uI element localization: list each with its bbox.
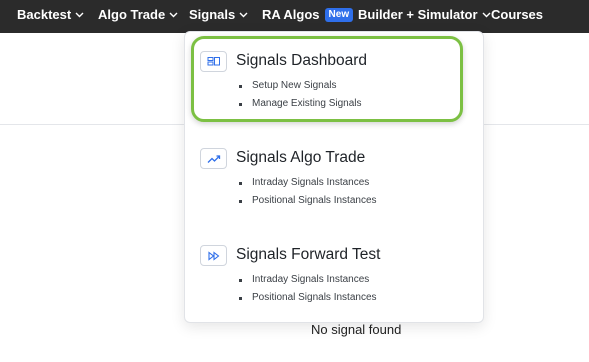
nav-algo-trade[interactable]: Algo Trade xyxy=(98,0,178,29)
chevron-down-icon xyxy=(75,12,84,18)
nav-courses[interactable]: Courses xyxy=(491,0,543,29)
empty-state-message: No signal found xyxy=(311,322,402,337)
top-nav: Backtest Algo Trade Signals RA Algos New … xyxy=(0,0,589,33)
fast-forward-icon xyxy=(200,245,227,266)
nav-signals-label: Signals xyxy=(189,7,236,22)
trending-up-icon xyxy=(200,148,227,169)
dashboard-icon xyxy=(200,51,227,72)
menu-title-signals-dashboard[interactable]: Signals Dashboard xyxy=(236,52,367,70)
menu-title-signals-forward-test[interactable]: Signals Forward Test xyxy=(236,246,380,264)
new-badge: New xyxy=(324,7,354,22)
nav-ra-algos-label: RA Algos xyxy=(262,7,320,22)
menu-link-setup-new-signals[interactable]: Setup New Signals xyxy=(236,77,362,95)
menu-link-positional-signals-instances[interactable]: Positional Signals Instances xyxy=(236,289,377,307)
menu-links-signals-dashboard: Setup New Signals Manage Existing Signal… xyxy=(236,77,362,113)
menu-link-intraday-signals-instances[interactable]: Intraday Signals Instances xyxy=(236,271,377,289)
menu-link-manage-existing-signals[interactable]: Manage Existing Signals xyxy=(236,95,362,113)
nav-backtest[interactable]: Backtest xyxy=(17,0,84,29)
signals-dropdown-menu: Signals Dashboard Setup New Signals Mana… xyxy=(184,31,484,323)
chevron-down-icon xyxy=(239,12,248,18)
nav-ra-algos[interactable]: RA Algos New xyxy=(262,0,354,29)
chevron-down-icon xyxy=(482,12,491,18)
menu-title-signals-algo-trade[interactable]: Signals Algo Trade xyxy=(236,149,365,167)
nav-builder-simulator-label: Builder + Simulator xyxy=(358,7,478,22)
menu-link-positional-signals-instances[interactable]: Positional Signals Instances xyxy=(236,192,377,210)
chevron-down-icon xyxy=(169,12,178,18)
nav-signals[interactable]: Signals xyxy=(189,0,248,29)
nav-builder-simulator[interactable]: Builder + Simulator xyxy=(358,0,491,29)
menu-link-intraday-signals-instances[interactable]: Intraday Signals Instances xyxy=(236,174,377,192)
nav-backtest-label: Backtest xyxy=(17,7,72,22)
menu-links-signals-forward-test: Intraday Signals Instances Positional Si… xyxy=(236,271,377,307)
menu-links-signals-algo-trade: Intraday Signals Instances Positional Si… xyxy=(236,174,377,210)
nav-algo-trade-label: Algo Trade xyxy=(98,7,166,22)
nav-courses-label: Courses xyxy=(491,7,544,22)
